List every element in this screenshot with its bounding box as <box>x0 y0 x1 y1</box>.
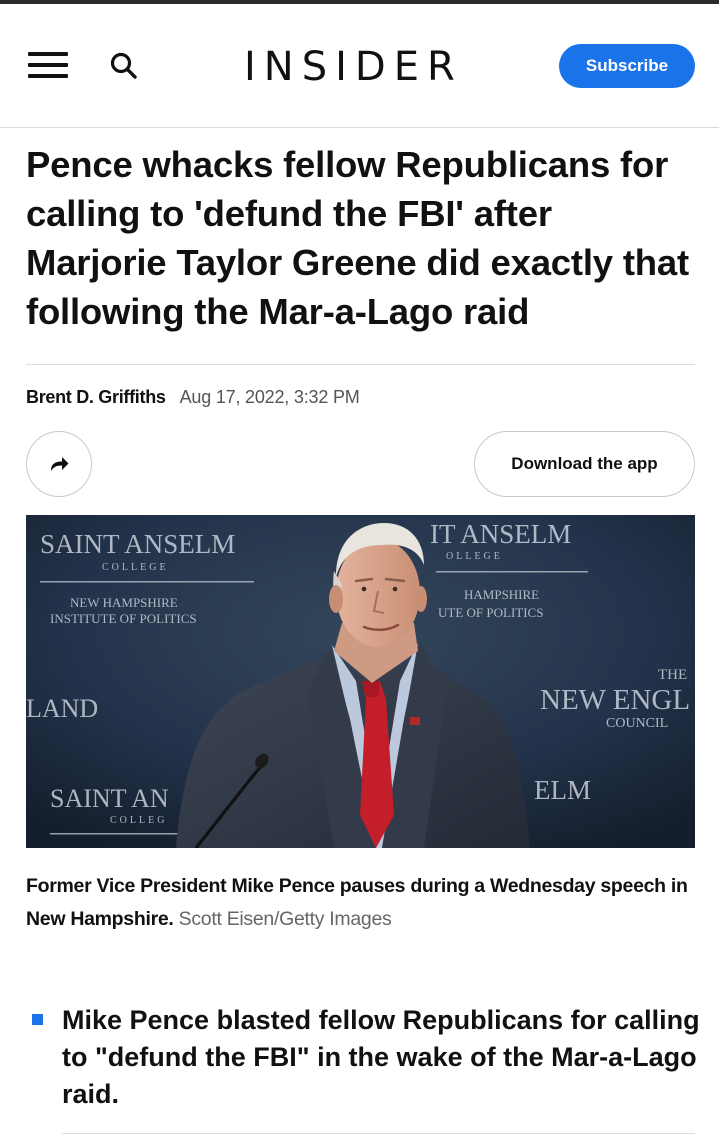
svg-text:THE: THE <box>658 667 687 683</box>
insider-logo[interactable]: INSIDER <box>244 44 463 90</box>
backdrop-text: SAINT ANSELM <box>40 529 235 559</box>
subscribe-button[interactable]: Subscribe <box>559 44 695 88</box>
site-header: INSIDER Subscribe <box>0 4 719 128</box>
author-link[interactable]: Brent D. Griffiths <box>26 387 166 408</box>
photo-caption: Former Vice President Mike Pence pauses … <box>26 870 695 936</box>
svg-text:COLLEG: COLLEG <box>110 815 167 826</box>
svg-text:NEW ENGL: NEW ENGL <box>540 684 690 716</box>
svg-text:UTE OF POLITICS: UTE OF POLITICS <box>438 605 543 620</box>
article-headline: Pence whacks fellow Republicans for call… <box>26 144 689 332</box>
photo-credit: Scott Eisen/Getty Images <box>178 908 392 930</box>
hero-photo: SAINT ANSELM COLLEGE NEW HAMPSHIRE INSTI… <box>26 515 695 848</box>
key-point-text: Mike Pence blasted fellow Republicans fo… <box>62 1005 700 1109</box>
hamburger-menu-icon[interactable] <box>28 50 68 80</box>
byline: Brent D. Griffiths Aug 17, 2022, 3:32 PM <box>26 387 360 408</box>
divider <box>26 364 695 365</box>
svg-text:INSTITUTE OF POLITICS: INSTITUTE OF POLITICS <box>50 611 197 626</box>
bullet-square-icon <box>32 1014 43 1025</box>
search-icon[interactable] <box>108 50 142 84</box>
svg-text:ELM: ELM <box>534 775 591 805</box>
share-arrow-icon <box>51 457 69 471</box>
download-app-button[interactable]: Download the app <box>474 431 695 497</box>
list-item: Mike Pence blasted fellow Republicans fo… <box>26 1002 706 1113</box>
publish-date: Aug 17, 2022, 3:32 PM <box>179 387 360 407</box>
svg-text:LAND: LAND <box>26 694 98 723</box>
key-points-list: Mike Pence blasted fellow Republicans fo… <box>26 1002 706 1113</box>
svg-text:COLLEGE: COLLEGE <box>102 562 169 573</box>
divider <box>62 1133 695 1134</box>
svg-text:SAINT AN: SAINT AN <box>50 784 169 813</box>
svg-text:COUNCIL: COUNCIL <box>606 716 668 731</box>
share-button[interactable] <box>26 431 92 497</box>
svg-text:IT ANSELM: IT ANSELM <box>430 519 571 549</box>
svg-text:HAMPSHIRE: HAMPSHIRE <box>464 587 539 602</box>
svg-text:NEW HAMPSHIRE: NEW HAMPSHIRE <box>70 595 178 610</box>
svg-text:OLLEGE: OLLEGE <box>446 551 503 562</box>
